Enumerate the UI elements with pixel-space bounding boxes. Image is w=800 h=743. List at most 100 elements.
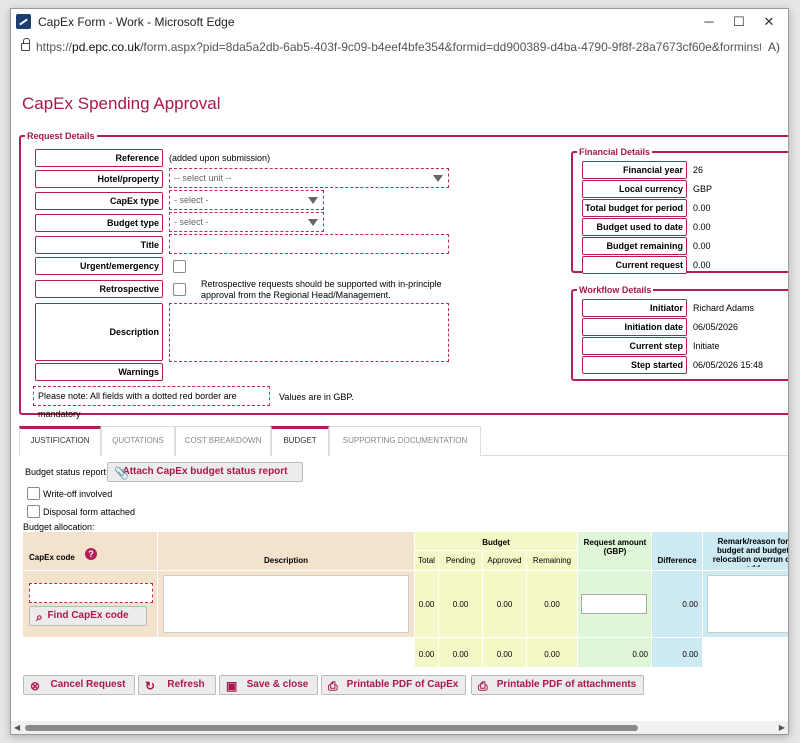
budget-used-label: Budget used to date [582,218,687,236]
initiator-label: Initiator [582,299,687,317]
reference-value: (added upon submission) [169,153,271,163]
request-amount-header: Request amount (GBP) [583,538,647,556]
save-icon: ▣ [226,679,238,693]
remaining-header: Remaining [532,556,572,565]
budget-type-select[interactable]: - select - [169,212,324,232]
retrospective-note: Retrospective requests should be support… [201,279,442,300]
tab-bar: JUSTIFICATION QUOTATIONS COST BREAKDOWN … [19,426,788,456]
pdf-attachments-button[interactable]: ⎙ Printable PDF of attachments [471,675,644,695]
description-header: Description [263,556,308,565]
close-button[interactable]: ✕ [754,12,784,32]
tab-budget[interactable]: BUDGET [271,426,329,456]
tab-supporting-documentation[interactable]: SUPPORTING DOCUMENTATION [329,426,481,456]
title-input[interactable] [169,234,449,254]
total-header: Total [418,556,435,565]
chevron-down-icon [308,219,318,226]
description-label: Description [35,303,163,361]
difference-sum: 0.00 [682,650,698,659]
total-budget-label: Total budget for period [582,199,687,217]
total-sum: 0.00 [418,650,435,659]
mandatory-note: Please note: All fields with a dotted re… [33,386,270,419]
urgent-checkbox[interactable] [173,260,186,273]
capex-code-input[interactable] [29,583,153,603]
pdf-capex-button[interactable]: ⎙ Printable PDF of CapEx [321,675,466,695]
difference-header: Difference [657,556,697,565]
cancel-icon: ⊗ [30,679,41,693]
current-step-label: Current step [582,337,687,355]
paperclip-icon: 📎 [114,466,129,480]
hotel-label: Hotel/property [35,170,163,188]
disposal-checkbox[interactable] [27,505,40,518]
window-title: CapEx Form - Work - Microsoft Edge [38,15,235,29]
address-bar[interactable]: https://pd.epc.co.uk/form.aspx?pid=8da5a… [11,35,788,61]
budget-type-label: Budget type [35,214,163,232]
read-aloud-icon[interactable]: A) [768,40,780,54]
title-label: Title [35,236,163,254]
attach-budget-report-button[interactable]: 📎 Attach CapEx budget status report [107,462,303,482]
scroll-left-icon[interactable]: ◀ [14,723,20,732]
initiation-date-label: Initiation date [582,318,687,336]
find-capex-code-button[interactable]: ⌕ Find CapEx code [29,606,147,626]
horizontal-scrollbar[interactable]: ◀ ▶ [11,721,788,734]
approved-value: 0.00 [496,600,513,609]
budget-used-value: 0.00 [693,222,711,232]
refresh-button[interactable]: ↻ Refresh [138,675,216,695]
retrospective-label: Retrospective [35,280,163,298]
pending-value: 0.00 [452,600,469,609]
capex-type-label: CapEx type [35,192,163,210]
cancel-request-button[interactable]: ⊗ Cancel Request [23,675,135,695]
hotel-select[interactable]: -- select unit -- [169,168,449,188]
description-textarea[interactable] [169,303,449,362]
financial-details-legend: Financial Details [579,147,651,157]
pending-sum: 0.00 [452,650,469,659]
tab-cost-breakdown[interactable]: COST BREAKDOWN [175,426,271,456]
step-started-label: Step started [582,356,687,374]
approved-header: Approved [487,556,522,565]
step-started-value: 06/05/2026 15:48 [693,360,764,370]
local-currency-label: Local currency [582,180,687,198]
page-content: CapEx Spending Approval Request Details … [11,61,788,721]
allocation-description-textarea[interactable] [163,575,409,633]
page-title: CapEx Spending Approval [22,94,221,113]
request-amount-input[interactable] [581,594,647,614]
writeoff-label: Write-off involved [43,489,113,499]
writeoff-checkbox[interactable] [27,487,40,500]
title-bar: CapEx Form - Work - Microsoft Edge ─ ☐ ✕ [11,9,788,35]
retrospective-checkbox[interactable] [173,283,186,296]
pdf-icon: ⎙ [478,679,488,693]
minimize-button[interactable]: ─ [694,12,724,32]
scroll-right-icon[interactable]: ▶ [779,723,785,732]
remark-header: Remark/reason for budget and budget relo… [712,537,788,567]
remaining-sum: 0.00 [544,650,560,659]
local-currency-value: GBP [693,184,713,194]
tab-quotations[interactable]: QUOTATIONS [101,426,175,456]
help-icon[interactable]: ? [85,548,97,560]
current-request-value: 0.00 [693,260,711,270]
search-icon: ⌕ [36,610,43,624]
maximize-button[interactable]: ☐ [724,12,754,32]
financial-year-value: 26 [693,165,704,175]
financial-year-label: Financial year [582,161,687,179]
remark-textarea[interactable] [707,575,788,633]
approved-sum: 0.00 [496,650,513,659]
browser-window: CapEx Form - Work - Microsoft Edge ─ ☐ ✕… [10,8,789,735]
edge-logo-icon [16,14,31,29]
warnings-label: Warnings [35,363,163,381]
save-close-button[interactable]: ▣ Save & close [219,675,318,695]
tab-justification[interactable]: JUSTIFICATION [19,426,101,456]
capex-code-header: CapEx code [29,553,75,562]
request-sum: 0.00 [632,650,648,659]
url-text[interactable]: https://pd.epc.co.uk/form.aspx?pid=8da5a… [36,40,761,54]
urgent-label: Urgent/emergency [35,257,163,275]
chevron-down-icon [433,175,443,182]
current-step-value: Initiate [693,341,720,351]
remaining-value: 0.00 [544,600,560,609]
workflow-details-legend: Workflow Details [579,285,652,295]
scroll-thumb[interactable] [25,725,638,731]
refresh-icon: ↻ [145,679,156,693]
total-budget-value: 0.00 [693,203,711,213]
capex-type-select[interactable]: - select - [169,190,324,210]
budget-remaining-label: Budget remaining [582,237,687,255]
budget-status-label: Budget status report: [25,467,109,477]
total-value: 0.00 [418,600,435,609]
